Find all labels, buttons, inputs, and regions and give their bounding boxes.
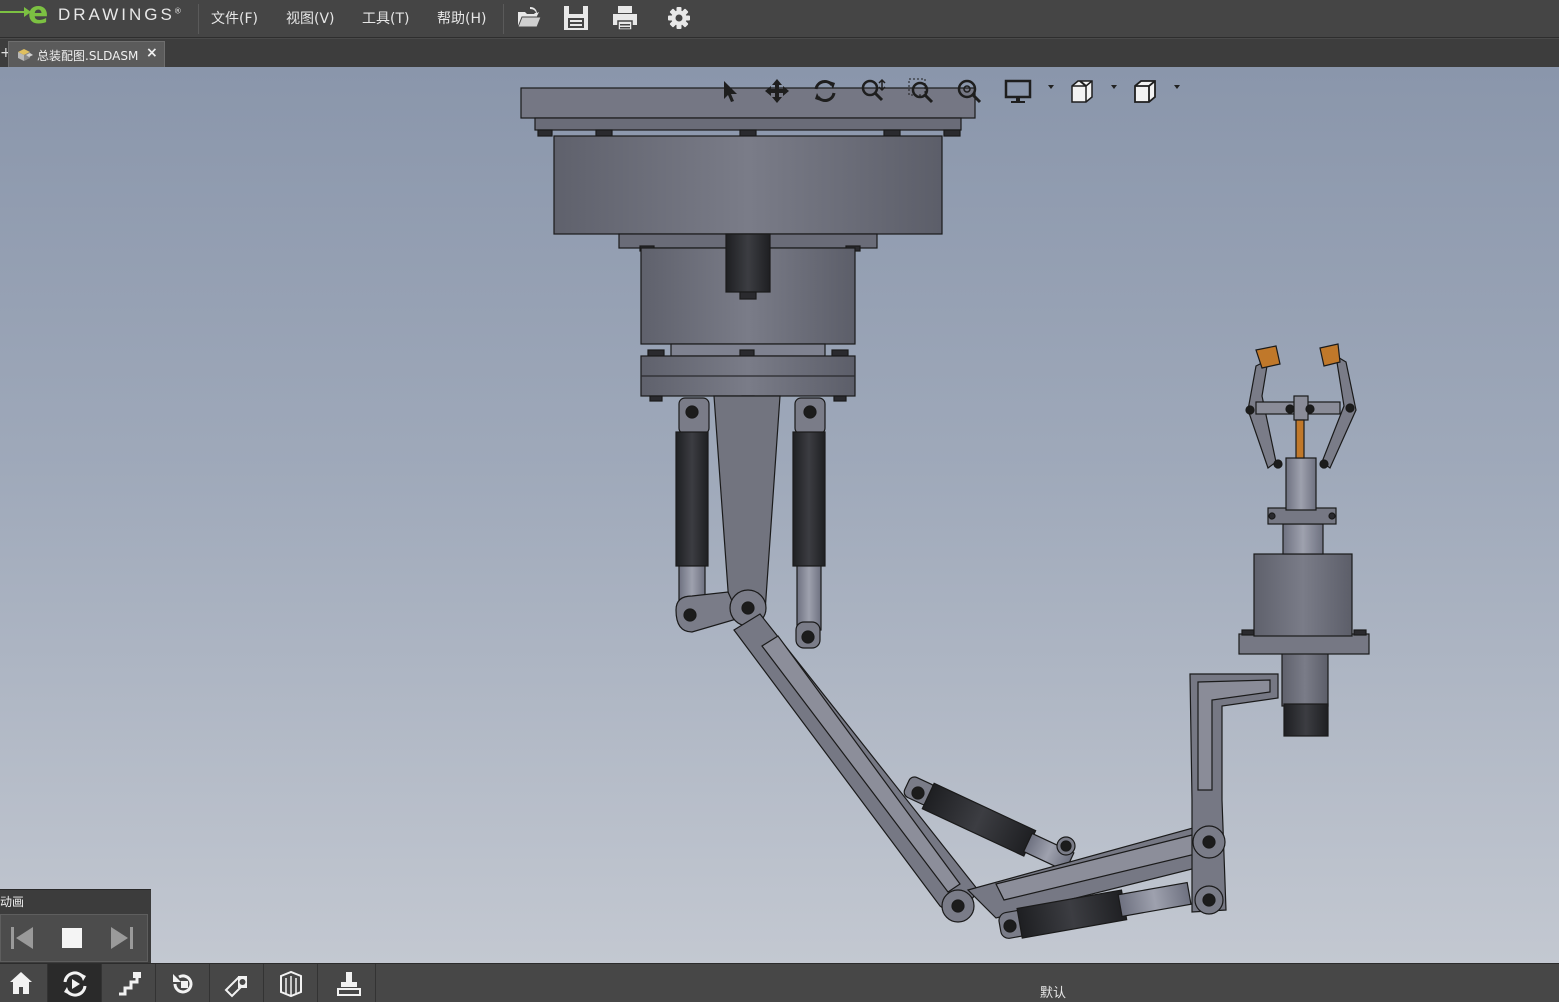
zoom-button[interactable]	[955, 77, 983, 105]
lower-actuator-rod	[1117, 881, 1192, 918]
new-tab-button[interactable]: +	[0, 45, 12, 67]
display-style-icon	[1004, 79, 1032, 103]
rotary-neck	[1282, 523, 1324, 555]
stop-button[interactable]	[59, 925, 85, 951]
right-actuator-cylinder	[792, 431, 826, 567]
open-folder-icon	[517, 7, 542, 28]
components-icon	[280, 970, 302, 998]
open-button[interactable]	[514, 3, 544, 33]
logo-word: DRAWINGS	[58, 5, 175, 24]
section-view-dropdown[interactable]	[1111, 85, 1117, 89]
assembly-icon	[18, 49, 33, 61]
display-style-dropdown[interactable]	[1048, 85, 1054, 89]
next-frame-button[interactable]	[109, 925, 135, 951]
forearm-assembly	[733, 613, 1279, 939]
steps-button[interactable]	[102, 964, 156, 1002]
zoom-icon	[957, 79, 982, 104]
configuration-label: 默认	[1040, 986, 1067, 1001]
close-tab-icon[interactable]: ×	[146, 45, 158, 61]
pan-icon	[765, 79, 789, 103]
section-view-icon	[1071, 80, 1093, 103]
main-housing	[553, 135, 943, 235]
document-tab-row: + 总装配图.SLDASM ×	[0, 39, 1559, 67]
document-tab-label: 总装配图.SLDASM	[37, 49, 139, 63]
section-view-button[interactable]	[1069, 77, 1097, 105]
menu-bar: e DRAWINGS® 文件(F) 视图(V) 工具(T) 帮助(H)	[0, 0, 1559, 38]
rotate-tool-button[interactable]	[811, 77, 839, 105]
right-actuator-rod	[796, 565, 822, 631]
robot-arm-model[interactable]	[0, 67, 1559, 963]
measure-button[interactable]	[210, 964, 264, 1002]
animate-icon	[63, 971, 87, 997]
right-gripper-tip	[1319, 343, 1341, 367]
rotary-housing	[1253, 553, 1353, 637]
save-button[interactable]	[561, 3, 591, 33]
forearm-slot	[761, 635, 961, 893]
save-icon	[564, 6, 588, 30]
standard-views-icon	[1134, 80, 1156, 103]
menu-file[interactable]: 文件(F)	[211, 8, 258, 28]
markup-stamp-button[interactable]	[318, 964, 376, 1002]
model-viewport[interactable]	[0, 67, 1559, 963]
standard-views-dropdown[interactable]	[1174, 85, 1180, 89]
logo-wordmark: DRAWINGS®	[58, 5, 181, 25]
animation-controls	[0, 914, 148, 962]
center-tapered-link	[713, 395, 781, 619]
display-style-button[interactable]	[1004, 77, 1032, 105]
menu-help[interactable]: 帮助(H)	[437, 8, 486, 28]
zoom-to-fit-button[interactable]	[859, 77, 887, 105]
home-icon	[10, 972, 32, 994]
base-assembly	[520, 87, 976, 402]
logo-letter: e	[28, 0, 49, 31]
zoom-to-fit-icon	[861, 78, 886, 102]
select-tool-button[interactable]	[716, 77, 744, 105]
menu-tools[interactable]: 工具(T)	[362, 8, 409, 28]
logo-registered-mark: ®	[174, 6, 181, 16]
pan-tool-button[interactable]	[763, 77, 791, 105]
print-icon	[613, 6, 637, 31]
top-flange-ring	[534, 117, 962, 131]
animation-panel: 动画	[0, 889, 151, 964]
bottom-toolbar: 默认	[0, 963, 1559, 1002]
print-button[interactable]	[610, 3, 640, 33]
standard-views-button[interactable]	[1132, 77, 1160, 105]
menu-separator	[503, 4, 504, 34]
select-arrow-icon	[724, 81, 737, 102]
center-shaft	[725, 233, 771, 293]
rotate-model-button[interactable]	[156, 964, 210, 1002]
gripper-body	[1285, 457, 1317, 511]
animation-panel-title: 动画	[0, 895, 25, 909]
menu-separator	[198, 4, 199, 34]
zoom-to-area-icon	[908, 78, 934, 104]
shaft-end	[739, 291, 757, 300]
steps-icon	[119, 972, 141, 996]
previous-frame-icon	[11, 927, 33, 949]
previous-frame-button[interactable]	[9, 925, 35, 951]
settings-gear-icon	[668, 7, 690, 29]
upper-arm-assembly	[675, 395, 826, 649]
zoom-to-area-button[interactable]	[907, 77, 935, 105]
wrist-motor-body	[1281, 651, 1329, 707]
document-tab[interactable]: 总装配图.SLDASM ×	[8, 41, 165, 67]
left-actuator-cylinder	[675, 431, 709, 567]
top-bolts	[537, 129, 961, 137]
wrist-flange	[1238, 633, 1370, 655]
stop-icon	[62, 928, 82, 948]
wrist-motor-end	[1283, 703, 1329, 737]
rotate-model-icon	[173, 974, 193, 994]
markup-stamp-icon	[337, 972, 361, 996]
measure-icon	[224, 976, 247, 998]
home-button[interactable]	[0, 964, 48, 1002]
components-button[interactable]	[264, 964, 318, 1002]
settings-button[interactable]	[664, 3, 694, 33]
next-frame-icon	[111, 927, 133, 949]
gripper-pushrod	[1295, 419, 1305, 459]
edrawings-logo: e DRAWINGS®	[0, 0, 198, 38]
animate-button[interactable]	[48, 964, 102, 1002]
menu-view[interactable]: 视图(V)	[286, 8, 335, 28]
rotate-icon	[814, 80, 836, 102]
